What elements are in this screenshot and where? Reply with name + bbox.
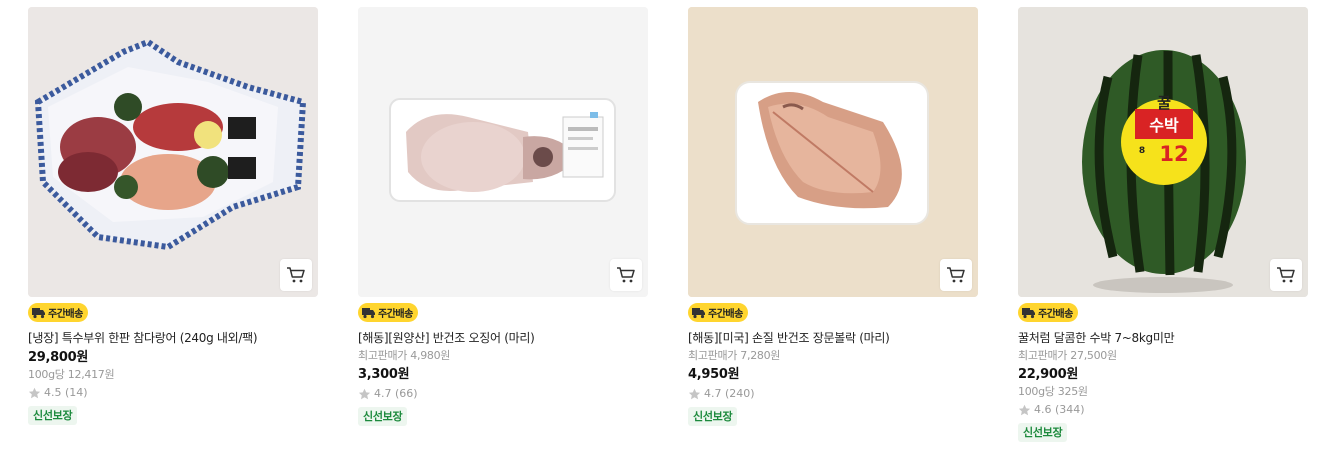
product-rating: 4.7 (66) — [358, 387, 648, 401]
star-icon — [358, 388, 371, 399]
product-image[interactable] — [28, 7, 318, 297]
freshness-guarantee-tag: 신선보장 — [1018, 423, 1068, 442]
watermelon-sticker-num: 12 — [1159, 142, 1188, 166]
product-card[interactable]: 주간배송 [냉장] 특수부위 한판 참다랑어 (240g 내외/팩) 29,80… — [28, 7, 318, 425]
rating-text: 4.6 (344) — [1034, 403, 1085, 416]
badge-label: 주간배송 — [48, 309, 83, 320]
weekly-delivery-badge: 주간배송 — [358, 303, 418, 322]
truck-icon — [692, 308, 705, 319]
watermelon-sticker-main: 수박 — [1149, 116, 1179, 135]
add-to-cart-button[interactable] — [610, 259, 642, 291]
product-image[interactable]: 꿀 수박 12 8 — [1018, 7, 1308, 297]
truck-icon — [1022, 308, 1035, 319]
badge-label: 주간배송 — [708, 309, 743, 320]
product-rating: 4.7 (240) — [688, 387, 978, 401]
cart-icon — [947, 267, 965, 283]
star-icon — [688, 388, 701, 399]
watermelon-image: 꿀 수박 12 8 — [1018, 7, 1308, 297]
product-card[interactable]: 꿀 수박 12 8 주간배송 꿀처럼 달콤한 수박 7~8kg미만 최고판매가 … — [1018, 7, 1308, 442]
cart-icon — [287, 267, 305, 283]
rating-text: 4.5 (14) — [44, 386, 88, 399]
watermelon-sticker-left: 8 — [1139, 146, 1145, 156]
badge-label: 주간배송 — [378, 309, 413, 320]
weekly-delivery-badge: 주간배송 — [28, 303, 88, 322]
rating-text: 4.7 (240) — [704, 387, 755, 400]
squid-tray-image — [358, 7, 648, 297]
product-card[interactable]: 주간배송 [해동][미국] 손질 반건조 장문볼락 (마리) 최고판매가 7,2… — [688, 7, 978, 426]
original-price: 최고판매가 27,500원 — [1018, 349, 1117, 362]
product-image[interactable] — [688, 7, 978, 297]
truck-icon — [32, 308, 45, 319]
original-price: 최고판매가 4,980원 — [358, 349, 451, 362]
freshness-guarantee-tag: 신선보장 — [358, 407, 408, 426]
product-rating: 4.5 (14) — [28, 386, 318, 400]
product-card[interactable]: 주간배송 [해동][원양산] 반건조 오징어 (마리) 최고판매가 4,980원… — [358, 7, 648, 426]
star-icon — [28, 387, 41, 398]
cart-icon — [617, 267, 635, 283]
product-name[interactable]: [해동][미국] 손질 반건조 장문볼락 (마리) — [688, 330, 978, 346]
product-image[interactable] — [358, 7, 648, 297]
add-to-cart-button[interactable] — [940, 259, 972, 291]
star-icon — [1018, 404, 1031, 415]
add-to-cart-button[interactable] — [1270, 259, 1302, 291]
product-rating: 4.6 (344) — [1018, 403, 1308, 417]
product-name[interactable]: 꿀처럼 달콤한 수박 7~8kg미만 — [1018, 330, 1308, 346]
truck-icon — [362, 308, 375, 319]
add-to-cart-button[interactable] — [280, 259, 312, 291]
rating-text: 4.7 (66) — [374, 387, 418, 400]
product-name[interactable]: [냉장] 특수부위 한판 참다랑어 (240g 내외/팩) — [28, 330, 318, 346]
watermelon-sticker-top: 꿀 — [1157, 94, 1171, 112]
unit-price: 100g당 325원 — [1018, 385, 1088, 398]
weekly-delivery-badge: 주간배송 — [688, 303, 748, 322]
badge-label: 주간배송 — [1038, 309, 1073, 320]
freshness-guarantee-tag: 신선보장 — [28, 406, 78, 425]
product-price: 4,950원 — [688, 367, 740, 382]
dried-fish-tray-image — [688, 7, 978, 297]
cart-icon — [1277, 267, 1295, 283]
weekly-delivery-badge: 주간배송 — [1018, 303, 1078, 322]
product-price: 3,300원 — [358, 367, 410, 382]
product-price: 29,800원 — [28, 350, 89, 365]
product-name[interactable]: [해동][원양산] 반건조 오징어 (마리) — [358, 330, 648, 346]
original-price: 최고판매가 7,280원 — [688, 349, 781, 362]
product-price: 22,900원 — [1018, 367, 1079, 382]
unit-price: 100g당 12,417원 — [28, 368, 115, 381]
freshness-guarantee-tag: 신선보장 — [688, 407, 738, 426]
tuna-platter-image — [28, 7, 318, 297]
